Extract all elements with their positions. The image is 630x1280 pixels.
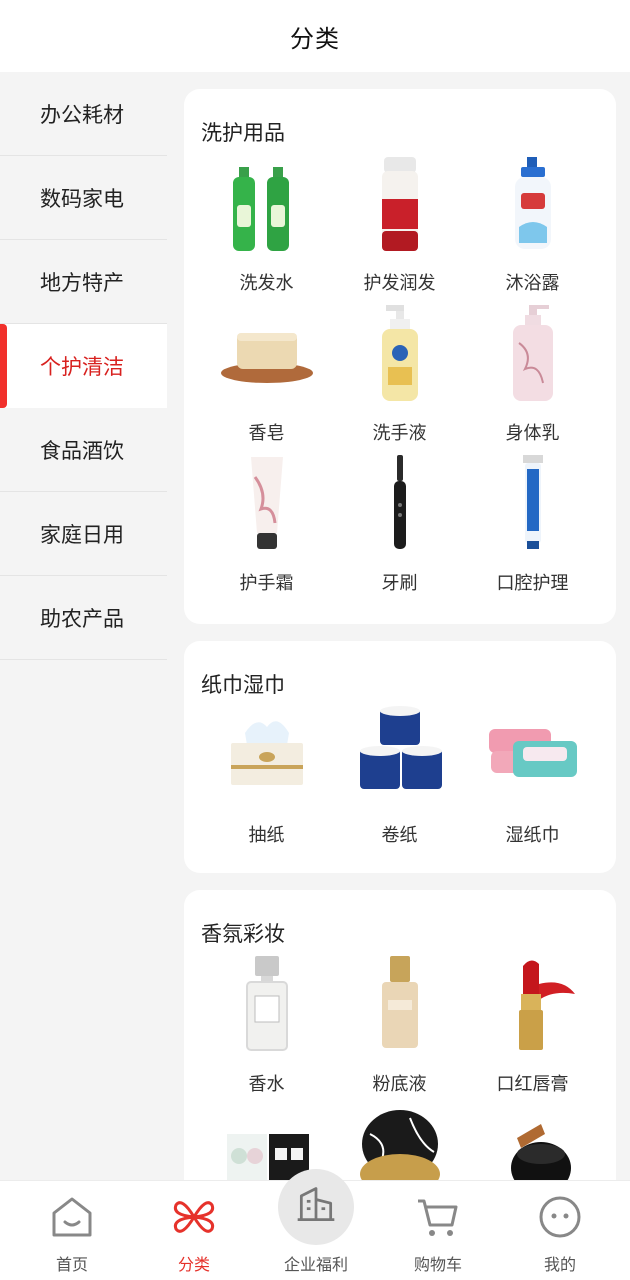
category-item-conditioner[interactable]: 护发润发 [333, 153, 466, 303]
section-title: 纸巾湿巾 [201, 673, 285, 697]
category-sidebar: 办公耗材 数码家电 地方特产 个护清洁 食品酒饮 家庭日用 助农产品 [0, 72, 167, 1180]
item-label: 身体乳 [505, 423, 560, 444]
item-label: 护发润发 [363, 273, 436, 294]
sidebar-item-agricultural[interactable]: 助农产品 [0, 576, 167, 660]
category-item-lipstick[interactable]: 口红唇膏 [466, 954, 599, 1104]
wet-wipes-pack-icon [483, 705, 583, 805]
category-item-wet-wipes[interactable]: 湿纸巾 [466, 705, 599, 855]
section-card-wash-care: 洗护用品 洗发水 护发润发 沐浴露 香皂 洗手液 身体乳 护手霜 牙刷 口腔护理 [184, 89, 616, 624]
sidebar-item-digital-appliances[interactable]: 数码家电 [0, 156, 167, 240]
category-content: 洗护用品 洗发水 护发润发 沐浴露 香皂 洗手液 身体乳 护手霜 牙刷 口腔护理… [167, 72, 630, 1180]
center-bubble [278, 1169, 354, 1245]
bottom-tab-bar: 首页 分类 企业福利 购物车 我的 [0, 1169, 630, 1280]
item-label: 卷纸 [381, 825, 418, 846]
profile-icon [536, 1193, 584, 1241]
product-grid: 香水 粉底液 口红唇膏 [200, 954, 600, 1180]
tab-label: 分类 [177, 1255, 210, 1274]
building-icon [294, 1183, 338, 1231]
body-lotion-bottle-icon [483, 303, 583, 403]
shower-gel-bottle-icon [483, 153, 583, 253]
item-label: 护手霜 [239, 573, 294, 594]
tab-label: 购物车 [413, 1255, 462, 1274]
soap-bar-icon [217, 303, 317, 403]
electric-toothbrush-icon [350, 453, 450, 553]
category-item-cushion[interactable] [333, 1104, 466, 1180]
category-icon [170, 1193, 218, 1241]
makeup-brush-icon [483, 1104, 583, 1180]
page-title: 分类 [290, 24, 340, 53]
cart-icon [414, 1193, 462, 1241]
tab-cart[interactable]: 购物车 [375, 1181, 501, 1280]
tab-home[interactable]: 首页 [9, 1181, 135, 1280]
lipstick-icon [483, 954, 583, 1054]
tissue-box-icon [217, 705, 317, 805]
section-title: 香氛彩妆 [201, 922, 285, 946]
item-label: 洗手液 [372, 423, 427, 444]
item-label: 香皂 [248, 423, 285, 444]
category-item-foundation[interactable]: 粉底液 [333, 954, 466, 1104]
item-label: 牙刷 [381, 573, 418, 594]
sidebar-item-local-specialties[interactable]: 地方特产 [0, 240, 167, 324]
category-item-shampoo[interactable]: 洗发水 [200, 153, 333, 303]
toilet-roll-icon [350, 705, 450, 805]
product-grid: 抽纸 卷纸 湿纸巾 [200, 705, 600, 855]
tab-profile[interactable]: 我的 [497, 1181, 623, 1280]
item-label: 口腔护理 [496, 573, 569, 594]
tab-category[interactable]: 分类 [131, 1181, 257, 1280]
category-item-body-lotion[interactable]: 身体乳 [466, 303, 599, 453]
category-item-brush[interactable] [466, 1104, 599, 1180]
item-label: 香水 [248, 1074, 285, 1095]
category-item-toothbrush[interactable]: 牙刷 [333, 453, 466, 603]
category-item-facial-tissue[interactable]: 抽纸 [200, 705, 333, 855]
tab-label: 我的 [543, 1255, 576, 1274]
product-grid: 洗发水 护发润发 沐浴露 香皂 洗手液 身体乳 护手霜 牙刷 口腔护理 [200, 153, 600, 603]
section-card-fragrance-makeup: 香氛彩妆 香水 粉底液 口红唇膏 [184, 890, 616, 1180]
tab-enterprise-benefits[interactable]: 企业福利 [253, 1169, 379, 1280]
category-item-shower-gel[interactable]: 沐浴露 [466, 153, 599, 303]
category-item-hand-wash[interactable]: 洗手液 [333, 303, 466, 453]
item-label: 粉底液 [372, 1074, 427, 1095]
header: 分类 [0, 0, 630, 72]
toothpaste-tube-icon [483, 453, 583, 553]
section-card-tissue: 纸巾湿巾 抽纸 卷纸 湿纸巾 [184, 641, 616, 873]
category-item-toilet-roll[interactable]: 卷纸 [333, 705, 466, 855]
sidebar-item-food-drinks[interactable]: 食品酒饮 [0, 408, 167, 492]
item-label: 抽纸 [248, 825, 285, 846]
tab-label: 企业福利 [283, 1255, 348, 1274]
item-label: 洗发水 [239, 273, 294, 294]
item-label: 沐浴露 [505, 273, 560, 294]
shampoo-bottles-icon [217, 153, 317, 253]
cushion-compact-icon [350, 1104, 450, 1180]
tab-label: 首页 [55, 1255, 88, 1274]
foundation-bottle-icon [350, 954, 450, 1054]
conditioner-bottle-icon [350, 153, 450, 253]
category-item-oral-care[interactable]: 口腔护理 [466, 453, 599, 603]
hand-cream-tube-icon [217, 453, 317, 553]
category-item-hand-cream[interactable]: 护手霜 [200, 453, 333, 603]
sidebar-item-personal-care[interactable]: 个护清洁 [0, 324, 167, 408]
eyeshadow-palette-icon [217, 1104, 317, 1180]
item-label: 口红唇膏 [496, 1074, 569, 1095]
perfume-bottle-icon [217, 954, 317, 1054]
category-item-soap[interactable]: 香皂 [200, 303, 333, 453]
sidebar-item-household[interactable]: 家庭日用 [0, 492, 167, 576]
category-item-perfume[interactable]: 香水 [200, 954, 333, 1104]
home-icon [48, 1193, 96, 1241]
hand-wash-pump-icon [350, 303, 450, 403]
sidebar-item-office-supplies[interactable]: 办公耗材 [0, 72, 167, 156]
section-title: 洗护用品 [201, 121, 285, 145]
item-label: 湿纸巾 [505, 825, 560, 846]
